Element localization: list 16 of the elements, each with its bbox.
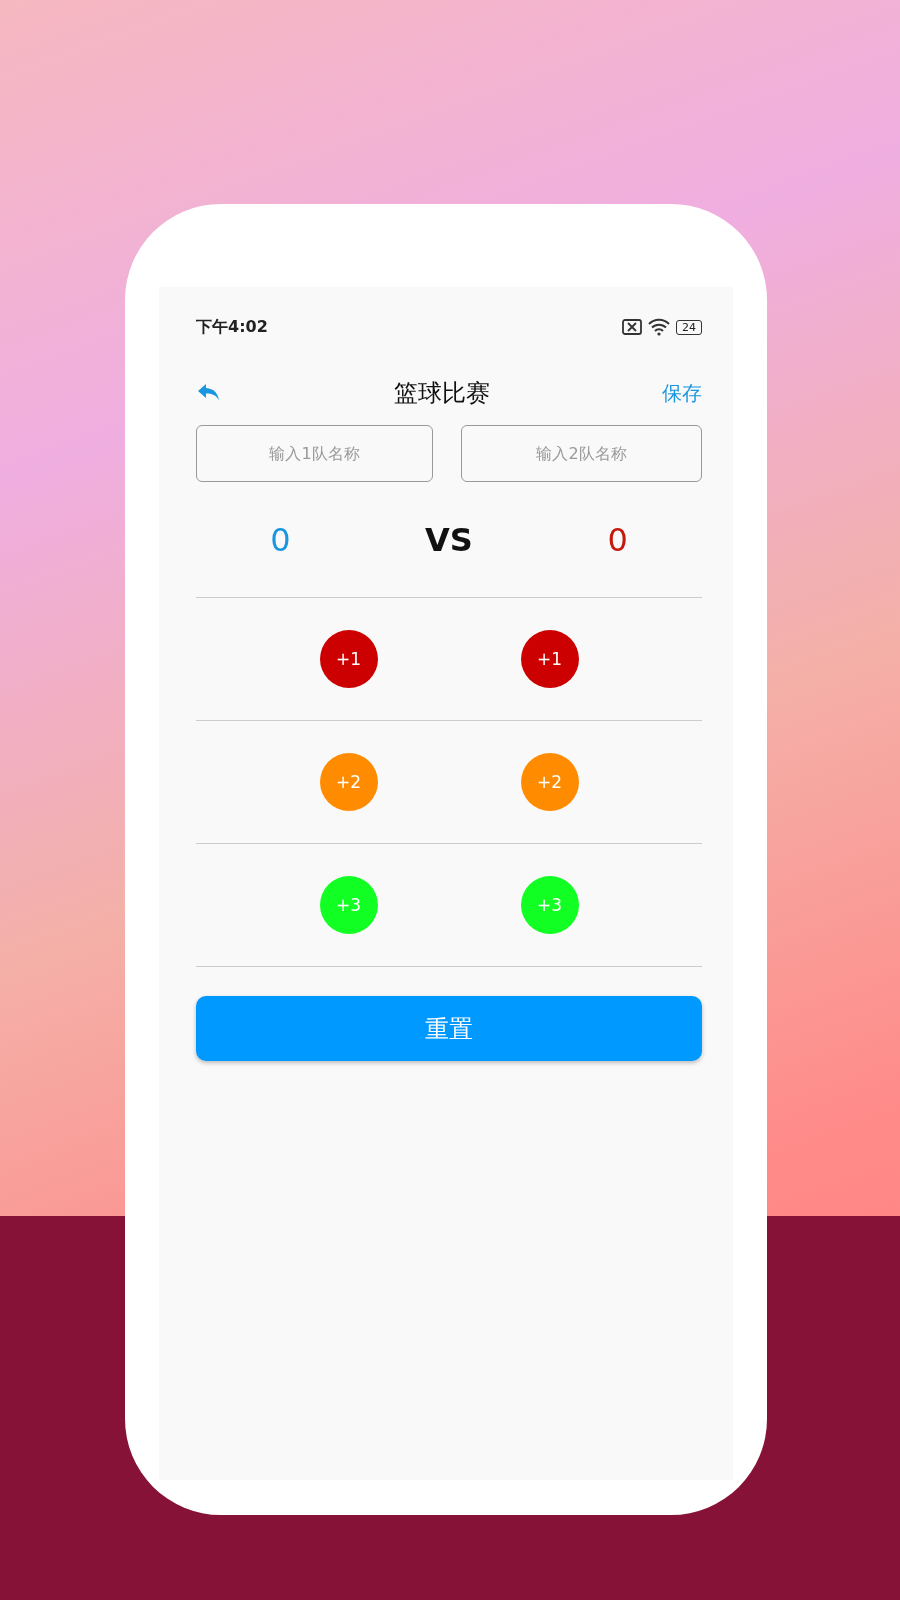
add-points-button[interactable]: +2 xyxy=(520,753,579,811)
reset-button[interactable]: 重置 xyxy=(196,996,702,1061)
save-link[interactable]: 保存 xyxy=(662,379,702,407)
add-points-button[interactable]: +1 xyxy=(319,630,378,688)
team-score: 0 xyxy=(270,520,291,559)
team-score: 0 xyxy=(607,520,628,559)
no-sim-icon xyxy=(622,319,642,335)
team-name-field[interactable]: 输入2队名称 xyxy=(461,425,702,482)
add-points-button[interactable]: +2 xyxy=(319,753,378,811)
team-name-field[interactable]: 输入1队名称 xyxy=(196,425,433,482)
status-time: 下午4:02 xyxy=(196,316,268,338)
page-title: 篮球比赛 xyxy=(394,378,490,409)
add-points-button[interactable]: +1 xyxy=(520,630,579,688)
battery-indicator: 24 xyxy=(676,319,702,335)
versus-label: VS xyxy=(425,520,473,559)
wifi-icon xyxy=(648,318,670,336)
